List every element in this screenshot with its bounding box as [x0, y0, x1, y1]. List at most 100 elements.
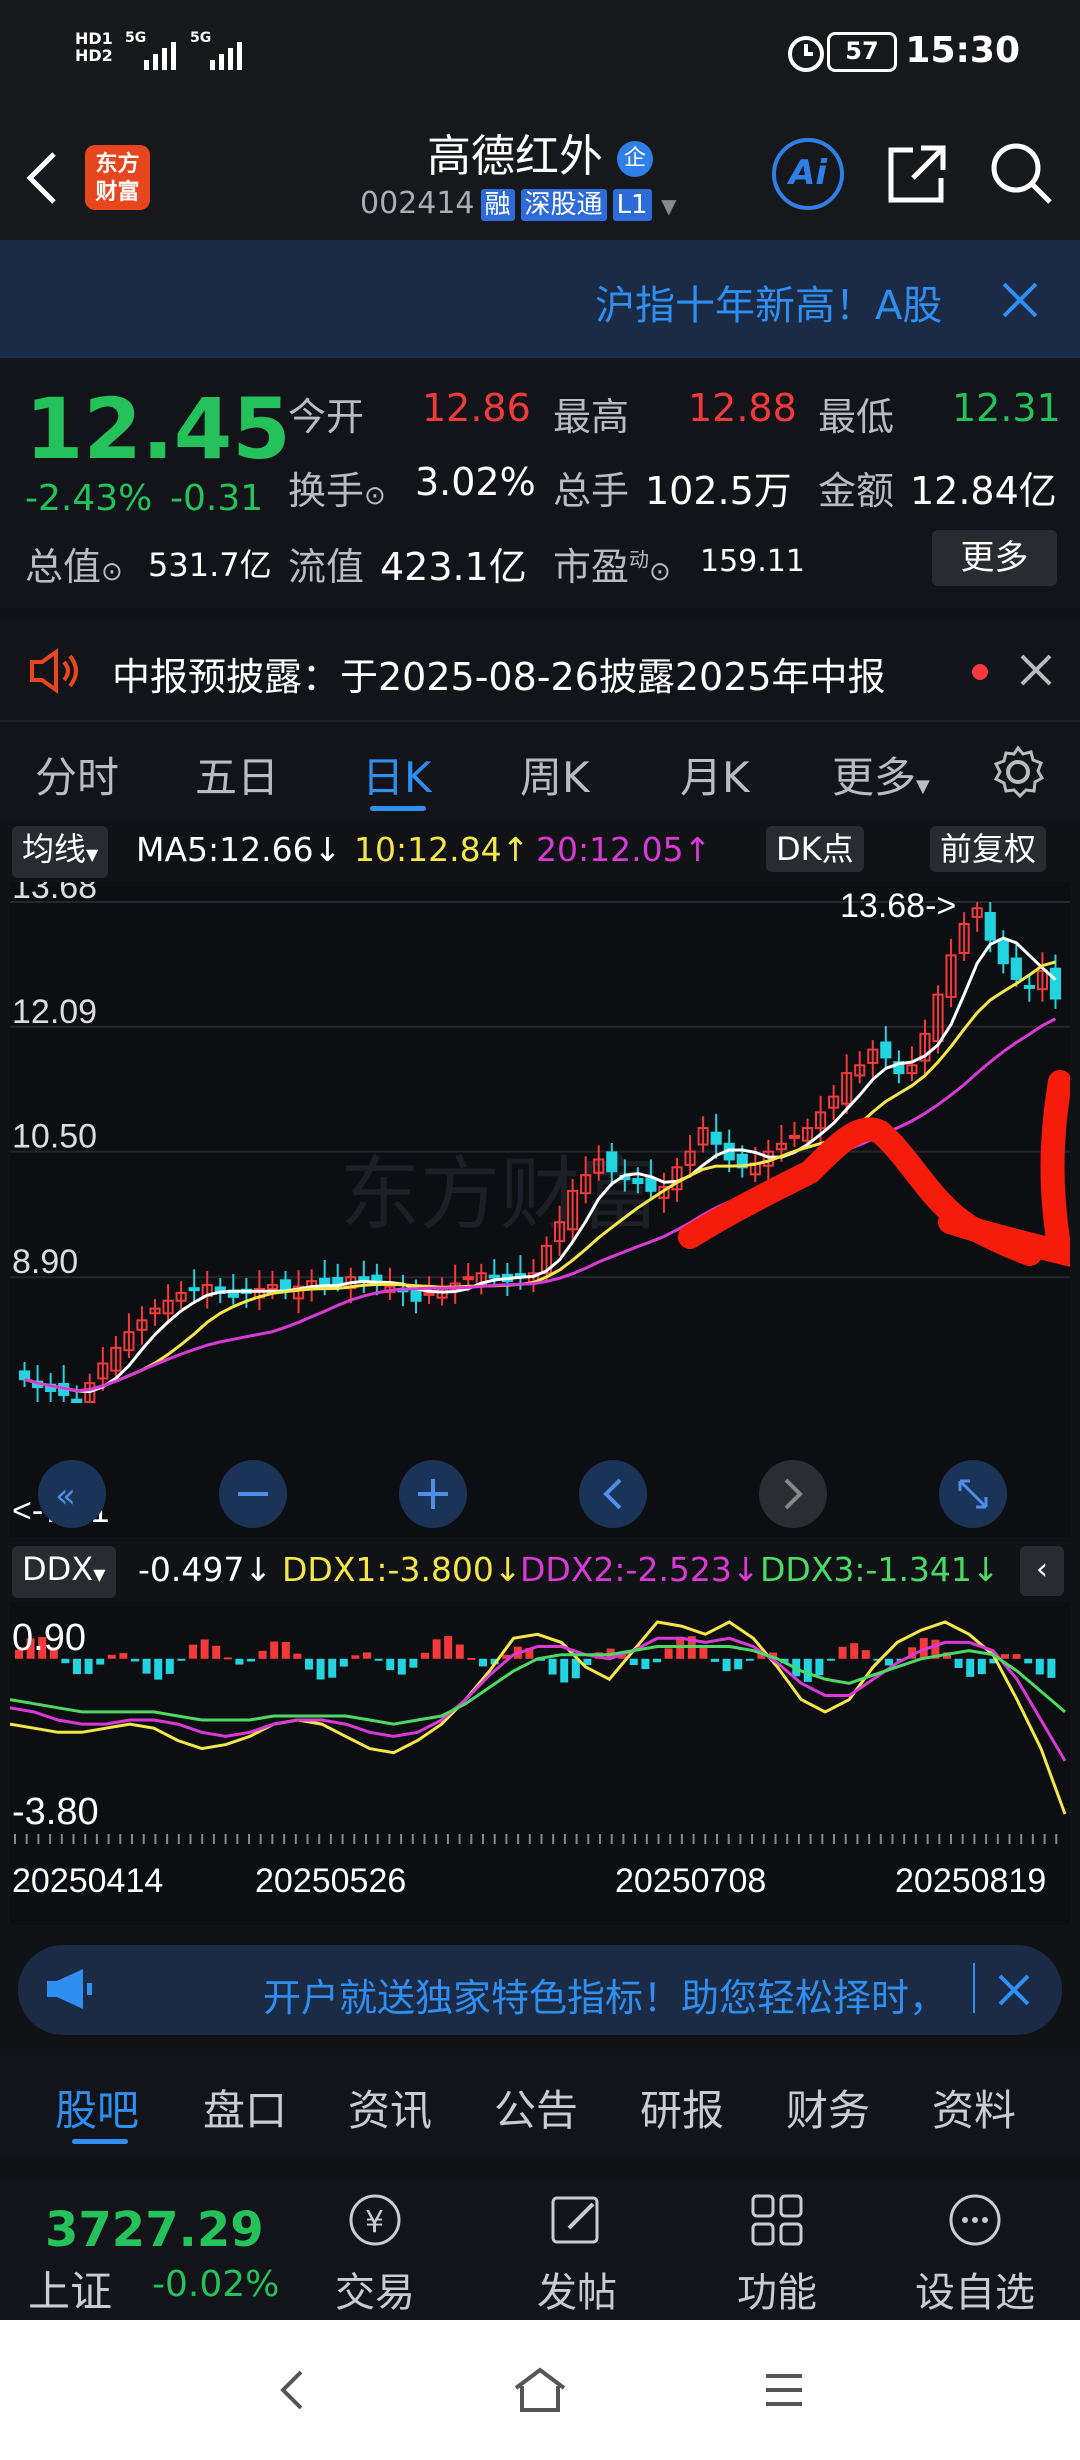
unread-dot [972, 664, 988, 680]
speaker-icon [30, 648, 78, 694]
battery-indicator: 57 [827, 32, 897, 72]
ddx-bar [96, 1658, 105, 1665]
ddx-bar [397, 1658, 406, 1675]
content-tabs: 股吧 盘口 资讯 公告 研报 财务 资料 [0, 2055, 1080, 2155]
ddx-bar [1047, 1658, 1056, 1678]
functions-button[interactable]: 功能 [712, 2190, 842, 2318]
ddx-bar [885, 1658, 893, 1666]
tab-profile[interactable]: 资料 [932, 2077, 1016, 2138]
ma10-value: 10:12.84↑ [354, 830, 530, 869]
chevron-down-icon[interactable]: ▼ [661, 194, 676, 218]
add-watchlist-label: 设自选 [915, 2270, 1035, 2316]
caret-down-icon: ▼ [93, 1565, 106, 1584]
volume-value: 102.5万 [645, 469, 792, 513]
grid-icon [751, 2194, 803, 2246]
ddx-bar [803, 1658, 812, 1682]
ddx-bar [479, 1658, 487, 1667]
info-icon[interactable]: ⊙ [101, 557, 123, 587]
tab-intraday[interactable]: 分时 [35, 744, 119, 805]
add-watchlist-button[interactable]: 设自选 [910, 2190, 1040, 2318]
low-value: 12.31 [952, 386, 1061, 430]
ddx-bar [966, 1658, 975, 1677]
pe-value: 159.11 [700, 544, 805, 579]
candle-body [997, 938, 1009, 965]
ddx-bar [954, 1658, 963, 1669]
notice-bar[interactable]: 中报预披露：于2025-08-26披露2025年中报 [0, 620, 1080, 720]
tab-news[interactable]: 资讯 [348, 2077, 432, 2138]
nav-home-icon[interactable] [512, 2366, 568, 2414]
y-tick-label: 13.68 [12, 882, 97, 906]
info-icon[interactable]: ⊙ [649, 557, 671, 587]
banner-text: 沪指十年新高！A股 [595, 283, 943, 329]
ai-button[interactable]: Ai [772, 138, 844, 210]
turnover-label: 换手⊙ [288, 460, 386, 515]
info-icon[interactable]: ⊙ [364, 481, 386, 511]
ddx3-value: DDX3:-1.341↓ [760, 1550, 1000, 1589]
ddx-bar [316, 1658, 325, 1680]
ddx-bar [861, 1650, 870, 1659]
tab-weekly-k[interactable]: 周K [520, 744, 590, 805]
adjust-button[interactable]: 前复权 [930, 826, 1047, 872]
ddx-selector[interactable]: DDX▼ [12, 1546, 116, 1598]
candle-body [71, 1398, 83, 1403]
ddx-bar [444, 1636, 453, 1659]
candle-body [488, 1274, 500, 1279]
network-label-2: HD2 [75, 46, 113, 65]
search-icon[interactable] [988, 140, 1054, 206]
megaphone-icon [47, 1969, 92, 2009]
dk-point-button[interactable]: DK点 [766, 826, 864, 872]
ddx-bar [1012, 1654, 1021, 1659]
tab-five-day[interactable]: 五日 [195, 744, 279, 805]
stock-code-row: 002414 融深股通 L1 ▼ [360, 186, 677, 221]
close-icon[interactable] [1018, 652, 1054, 688]
ddx-bar [421, 1652, 429, 1659]
indicator-bar: 均线▼ MA5:12.66↓ 10:12.84↑ 20:12.05↑ DK点 前… [0, 820, 1080, 880]
more-dots-icon [949, 2194, 1001, 2246]
ma-selector[interactable]: 均线▼ [12, 826, 109, 878]
index-value[interactable]: 3727.29 [45, 2202, 264, 2258]
tab-research[interactable]: 研报 [640, 2077, 724, 2138]
scroll-right-button[interactable] [759, 1460, 827, 1528]
news-banner[interactable]: 沪指十年新高！A股 [0, 240, 1080, 358]
ddx-bar [374, 1658, 383, 1661]
x-tick-label: 20250819 [895, 1862, 1046, 1900]
tab-forum[interactable]: 股吧 [55, 2077, 139, 2138]
more-button[interactable]: 更多 [932, 530, 1057, 586]
nav-back-icon[interactable] [275, 2368, 311, 2412]
promo-divider [973, 1963, 975, 2013]
tab-more-label: 更多 [832, 753, 917, 802]
tab-monthly-k[interactable]: 月K [680, 744, 750, 805]
stock-code: 002414 [360, 186, 475, 221]
ddx-bar [84, 1658, 93, 1674]
kline-chart[interactable]: 东方财富 13.6812.0910.508.90 13.68-> <-7.31 … [10, 882, 1070, 1537]
close-icon[interactable] [996, 1972, 1032, 2008]
tab-daily-k[interactable]: 日K [362, 744, 432, 805]
ddx-chart[interactable]: 0.90 -3.80 20250414 20250526 20250708 20250… [10, 1602, 1070, 1925]
promo-banner[interactable]: 开户就送独家特色指标！助您轻松择时， [18, 1945, 1062, 2035]
collapse-panel-button[interactable]: ‹ [1020, 1546, 1064, 1596]
tab-order-book[interactable]: 盘口 [203, 2077, 287, 2138]
post-button[interactable]: 发帖 [512, 2190, 642, 2318]
candle-body [423, 1291, 435, 1296]
tab-announcements[interactable]: 公告 [494, 2077, 578, 2138]
index-name[interactable]: 上证 [28, 2258, 112, 2319]
float-value: 423.1亿 [380, 545, 527, 589]
ma20-value: 20:12.05↑ [536, 830, 712, 869]
ddx-bar [154, 1658, 163, 1680]
share-icon[interactable] [885, 142, 949, 206]
scroll-left-button[interactable] [579, 1460, 647, 1528]
x-tick-label: 20250708 [615, 1862, 766, 1900]
tab-more[interactable]: 更多▼ [832, 744, 930, 805]
trade-button[interactable]: ¥ 交易 [310, 2190, 440, 2318]
gear-icon[interactable] [990, 744, 1046, 800]
close-icon[interactable] [1000, 280, 1040, 320]
open-label: 今开 [288, 395, 365, 439]
ddx-bar [223, 1657, 232, 1660]
ddx-bar [177, 1658, 186, 1661]
tab-financials[interactable]: 财务 [786, 2077, 870, 2138]
candle-body [788, 1134, 801, 1139]
ddx-bar [722, 1658, 731, 1672]
ddx-bar [258, 1650, 267, 1659]
candle-body [1010, 957, 1022, 980]
nav-menu-icon[interactable] [762, 2370, 806, 2410]
